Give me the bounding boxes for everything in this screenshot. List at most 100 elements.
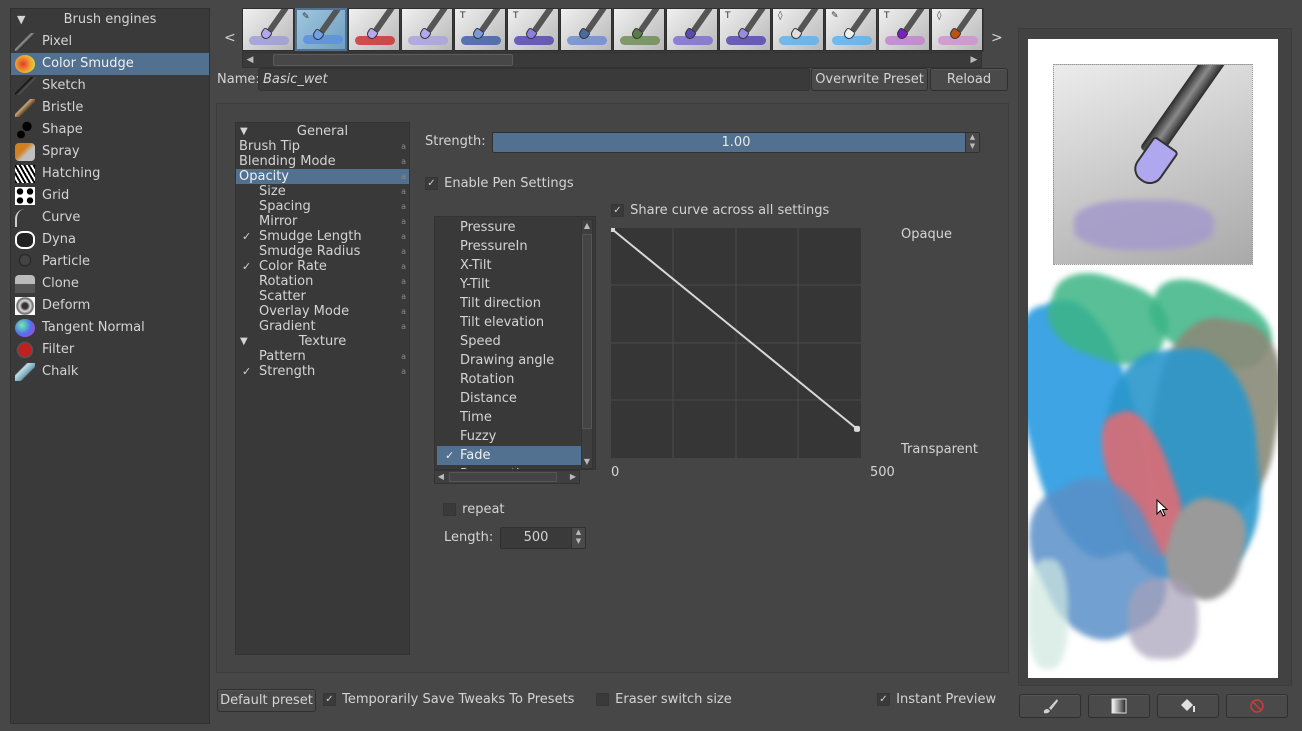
lock-icon[interactable]: a xyxy=(401,304,406,319)
strength-spinner[interactable]: ▲ ▼ xyxy=(965,133,979,152)
repeat-checkbox[interactable]: repeat xyxy=(443,502,505,517)
option-item-size[interactable]: Size a xyxy=(236,184,409,199)
curve-control-point[interactable] xyxy=(854,425,860,432)
lock-icon[interactable]: a xyxy=(401,364,406,379)
option-section-general[interactable]: ▼ General xyxy=(236,124,409,139)
option-item-blending-mode[interactable]: Blending Mode a xyxy=(236,154,409,169)
lock-icon[interactable]: a xyxy=(401,274,406,289)
sensor-item-pressurein[interactable]: PressureIn xyxy=(435,237,595,256)
engine-item-deform[interactable]: Deform xyxy=(11,295,209,317)
brush-preset-thumbnail[interactable]: ◊ xyxy=(931,8,983,51)
brush-preset-thumbnail[interactable]: T xyxy=(719,8,771,51)
engine-item-color-smudge[interactable]: Color Smudge xyxy=(11,53,209,75)
engine-item-chalk[interactable]: Chalk xyxy=(11,361,209,383)
preset-strip[interactable]: ✎ T T T ◊ ✎ T ◊ xyxy=(242,8,984,52)
engine-item-spray[interactable]: Spray xyxy=(11,141,209,163)
overwrite-preset-button[interactable]: Overwrite Preset xyxy=(811,68,928,91)
sensor-item-tilt-direction[interactable]: Tilt direction xyxy=(435,294,595,313)
sensor-item-rotation[interactable]: Rotation xyxy=(435,370,595,389)
sensor-item-fade[interactable]: ✓ Fade xyxy=(437,446,581,465)
option-item-scatter[interactable]: Scatter a xyxy=(236,289,409,304)
preset-next-button[interactable]: > xyxy=(991,30,1003,46)
sensor-list-vscrollbar[interactable]: ▲ ▼ xyxy=(581,219,593,469)
sensor-list-hscrollbar[interactable]: ◀ ▶ xyxy=(434,470,580,484)
checkbox-unchecked-icon[interactable] xyxy=(443,503,456,516)
sensor-item-pressure[interactable]: Pressure xyxy=(435,218,595,237)
brush-preset-thumbnail[interactable]: T xyxy=(454,8,506,51)
scroll-right-arrow-icon[interactable]: ▶ xyxy=(567,471,579,483)
engine-item-sketch[interactable]: Sketch xyxy=(11,75,209,97)
scroll-down-arrow-icon[interactable]: ▼ xyxy=(581,456,593,468)
brush-preset-thumbnail[interactable]: ✎ xyxy=(825,8,877,51)
option-item-smudge-length[interactable]: ✓ Smudge Length a xyxy=(236,229,409,244)
scroll-thumb[interactable] xyxy=(449,472,557,482)
check-icon[interactable]: ✓ xyxy=(242,259,251,274)
length-spinbox[interactable]: 500 ▲ ▼ xyxy=(500,527,586,549)
brush-preset-thumbnail[interactable]: ✎ xyxy=(295,8,347,51)
engine-item-dyna[interactable]: Dyna xyxy=(11,229,209,251)
scroll-left-arrow-icon[interactable]: ◀ xyxy=(243,53,257,67)
preset-strip-scrollbar[interactable]: ◀ ▶ xyxy=(242,52,982,68)
brush-preset-thumbnail[interactable] xyxy=(560,8,612,51)
option-item-overlay-mode[interactable]: Overlay Mode a xyxy=(236,304,409,319)
fill-bucket-tool-button[interactable] xyxy=(1157,694,1219,718)
brush-preset-thumbnail[interactable] xyxy=(613,8,665,51)
curve-control-point[interactable] xyxy=(611,228,615,232)
option-item-spacing[interactable]: Spacing a xyxy=(236,199,409,214)
sensor-item-tilt-elevation[interactable]: Tilt elevation xyxy=(435,313,595,332)
checkbox-unchecked-icon[interactable] xyxy=(596,693,609,706)
lock-icon[interactable]: a xyxy=(401,349,406,364)
sensor-item-y-tilt[interactable]: Y-Tilt xyxy=(435,275,595,294)
lock-icon[interactable]: a xyxy=(401,139,406,154)
option-item-opacity[interactable]: Opacity a xyxy=(236,169,409,184)
lock-icon[interactable]: a xyxy=(401,169,406,184)
preset-name-input[interactable]: Basic_wet xyxy=(258,68,810,91)
lock-icon[interactable]: a xyxy=(401,229,406,244)
share-curve-checkbox[interactable]: ✓ Share curve across all settings xyxy=(611,203,829,218)
option-item-pattern[interactable]: Pattern a xyxy=(236,349,409,364)
eraser-switch-size-checkbox[interactable]: Eraser switch size xyxy=(596,690,732,710)
sensor-item-distance[interactable]: Distance xyxy=(435,389,595,408)
strength-slider[interactable]: 1.00 ▲ ▼ xyxy=(492,132,980,153)
lock-icon[interactable]: a xyxy=(401,319,406,334)
instant-preview-checkbox[interactable]: ✓ Instant Preview xyxy=(877,690,996,710)
default-preset-button[interactable]: Default preset xyxy=(217,689,316,712)
sensor-item-time[interactable]: Time xyxy=(435,408,595,427)
scroll-thumb[interactable] xyxy=(273,54,513,66)
check-icon[interactable]: ✓ xyxy=(445,446,454,465)
check-icon[interactable]: ✓ xyxy=(242,364,251,379)
scroll-right-arrow-icon[interactable]: ▶ xyxy=(967,53,981,67)
option-item-color-rate[interactable]: ✓ Color Rate a xyxy=(236,259,409,274)
lock-icon[interactable]: a xyxy=(401,289,406,304)
engine-item-filter[interactable]: Filter xyxy=(11,339,209,361)
preset-prev-button[interactable]: < xyxy=(224,30,236,46)
engine-item-hatching[interactable]: Hatching xyxy=(11,163,209,185)
option-item-strength[interactable]: ✓ Strength a xyxy=(236,364,409,379)
option-item-rotation[interactable]: Rotation a xyxy=(236,274,409,289)
lock-icon[interactable]: a xyxy=(401,199,406,214)
brush-preset-thumbnail[interactable] xyxy=(401,8,453,51)
lock-icon[interactable]: a xyxy=(401,244,406,259)
brush-engines-list[interactable]: ▼ Brush engines Pixel Color Smudge Sketch B… xyxy=(10,8,210,724)
lock-icon[interactable]: a xyxy=(401,184,406,199)
engine-item-grid[interactable]: Grid xyxy=(11,185,209,207)
scroll-left-arrow-icon[interactable]: ◀ xyxy=(435,471,447,483)
enable-pen-settings-checkbox[interactable]: ✓ Enable Pen Settings xyxy=(425,176,574,191)
brush-options-list[interactable]: ▼ General Brush Tip a Blending Mode a Opacity a… xyxy=(235,122,410,655)
engine-item-tangent-normal[interactable]: Tangent Normal xyxy=(11,317,209,339)
scroll-up-arrow-icon[interactable]: ▲ xyxy=(581,220,593,232)
temp-save-tweaks-checkbox[interactable]: ✓ Temporarily Save Tweaks To Presets xyxy=(323,690,574,710)
check-icon[interactable]: ✓ xyxy=(242,229,251,244)
checkbox-checked-icon[interactable]: ✓ xyxy=(611,204,624,217)
brush-preset-thumbnail[interactable] xyxy=(666,8,718,51)
option-item-smudge-radius[interactable]: Smudge Radius a xyxy=(236,244,409,259)
brush-preset-thumbnail[interactable]: ◊ xyxy=(772,8,824,51)
scroll-thumb[interactable] xyxy=(582,234,592,429)
checkbox-checked-icon[interactable]: ✓ xyxy=(877,693,890,706)
brush-preset-thumbnail[interactable]: T xyxy=(878,8,930,51)
brush-preset-thumbnail[interactable]: T xyxy=(507,8,559,51)
gradient-tool-button[interactable] xyxy=(1088,694,1150,718)
option-item-gradient[interactable]: Gradient a xyxy=(236,319,409,334)
lock-icon[interactable]: a xyxy=(401,154,406,169)
option-item-brush-tip[interactable]: Brush Tip a xyxy=(236,139,409,154)
